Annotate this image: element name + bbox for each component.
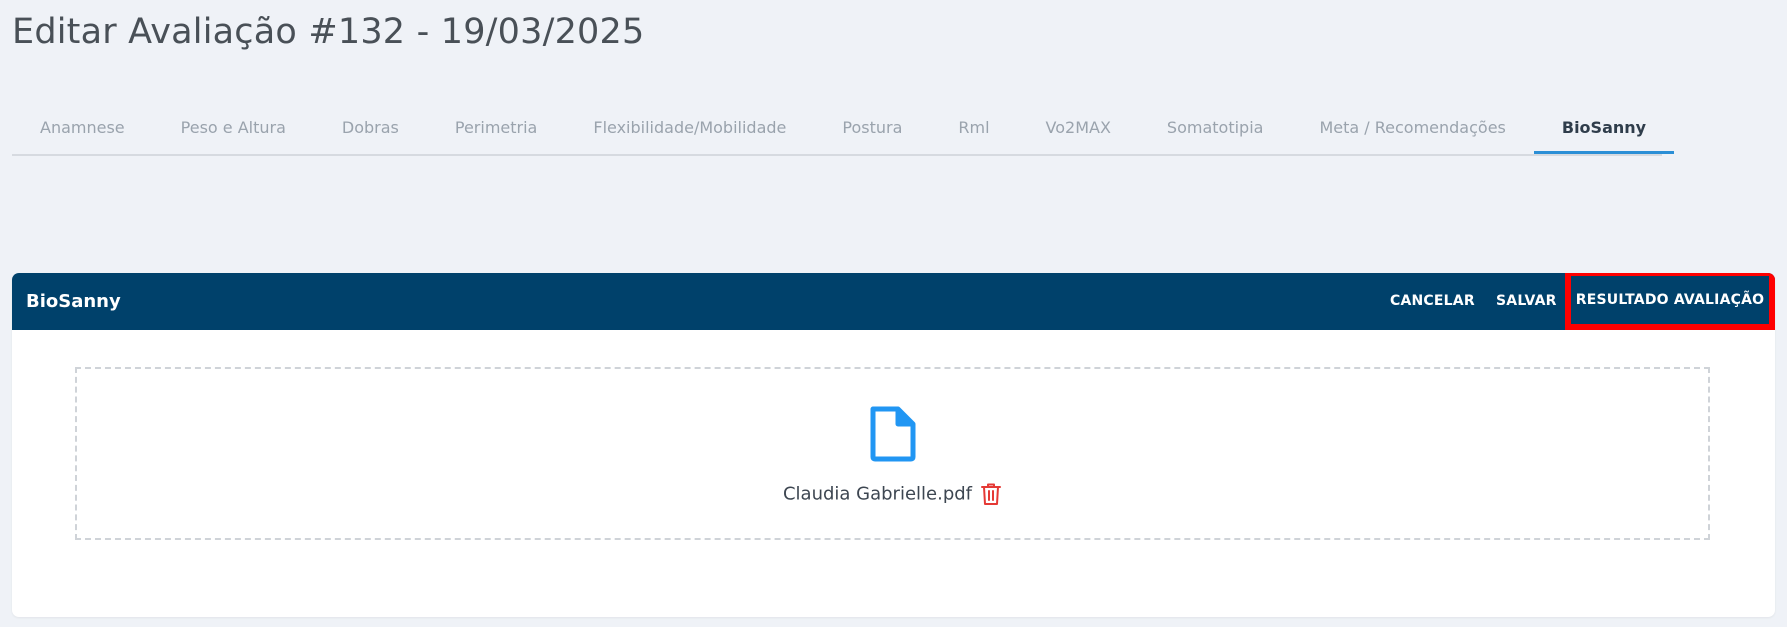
tab-postura[interactable]: Postura	[814, 102, 930, 152]
biosanny-card: BioSanny CANCELAR SALVAR RESULTADO AVALI…	[12, 273, 1775, 617]
tab-biosanny[interactable]: BioSanny	[1533, 102, 1675, 154]
tab-bar: Anamnese Peso e Altura Dobras Perimetria…	[12, 102, 1675, 156]
page-title: Editar Avaliação #132 - 19/03/2025	[12, 12, 645, 52]
tab-anamnese[interactable]: Anamnese	[12, 102, 153, 152]
cancel-button[interactable]: CANCELAR	[1390, 273, 1475, 330]
tab-somatotipia[interactable]: Somatotipia	[1139, 102, 1292, 152]
tab-flexibilidade-mobilidade[interactable]: Flexibilidade/Mobilidade	[565, 102, 814, 152]
file-dropzone[interactable]: Claudia Gabrielle.pdf	[75, 367, 1710, 540]
trash-icon[interactable]	[980, 482, 1002, 506]
file-row: Claudia Gabrielle.pdf	[77, 482, 1708, 506]
file-icon	[870, 406, 915, 462]
tab-meta-recomendacoes[interactable]: Meta / Recomendações	[1291, 102, 1533, 152]
card-header: BioSanny CANCELAR SALVAR RESULTADO AVALI…	[12, 273, 1775, 330]
result-evaluation-button[interactable]: RESULTADO AVALIAÇÃO	[1565, 273, 1775, 330]
tab-perimetria[interactable]: Perimetria	[427, 102, 565, 152]
save-button[interactable]: SALVAR	[1496, 273, 1557, 330]
tab-dobras[interactable]: Dobras	[314, 102, 427, 152]
tab-vo2max[interactable]: Vo2MAX	[1018, 102, 1139, 152]
tab-rml[interactable]: Rml	[930, 102, 1017, 152]
card-title: BioSanny	[26, 291, 121, 312]
tab-peso-e-altura[interactable]: Peso e Altura	[153, 102, 314, 152]
file-name: Claudia Gabrielle.pdf	[782, 483, 973, 505]
